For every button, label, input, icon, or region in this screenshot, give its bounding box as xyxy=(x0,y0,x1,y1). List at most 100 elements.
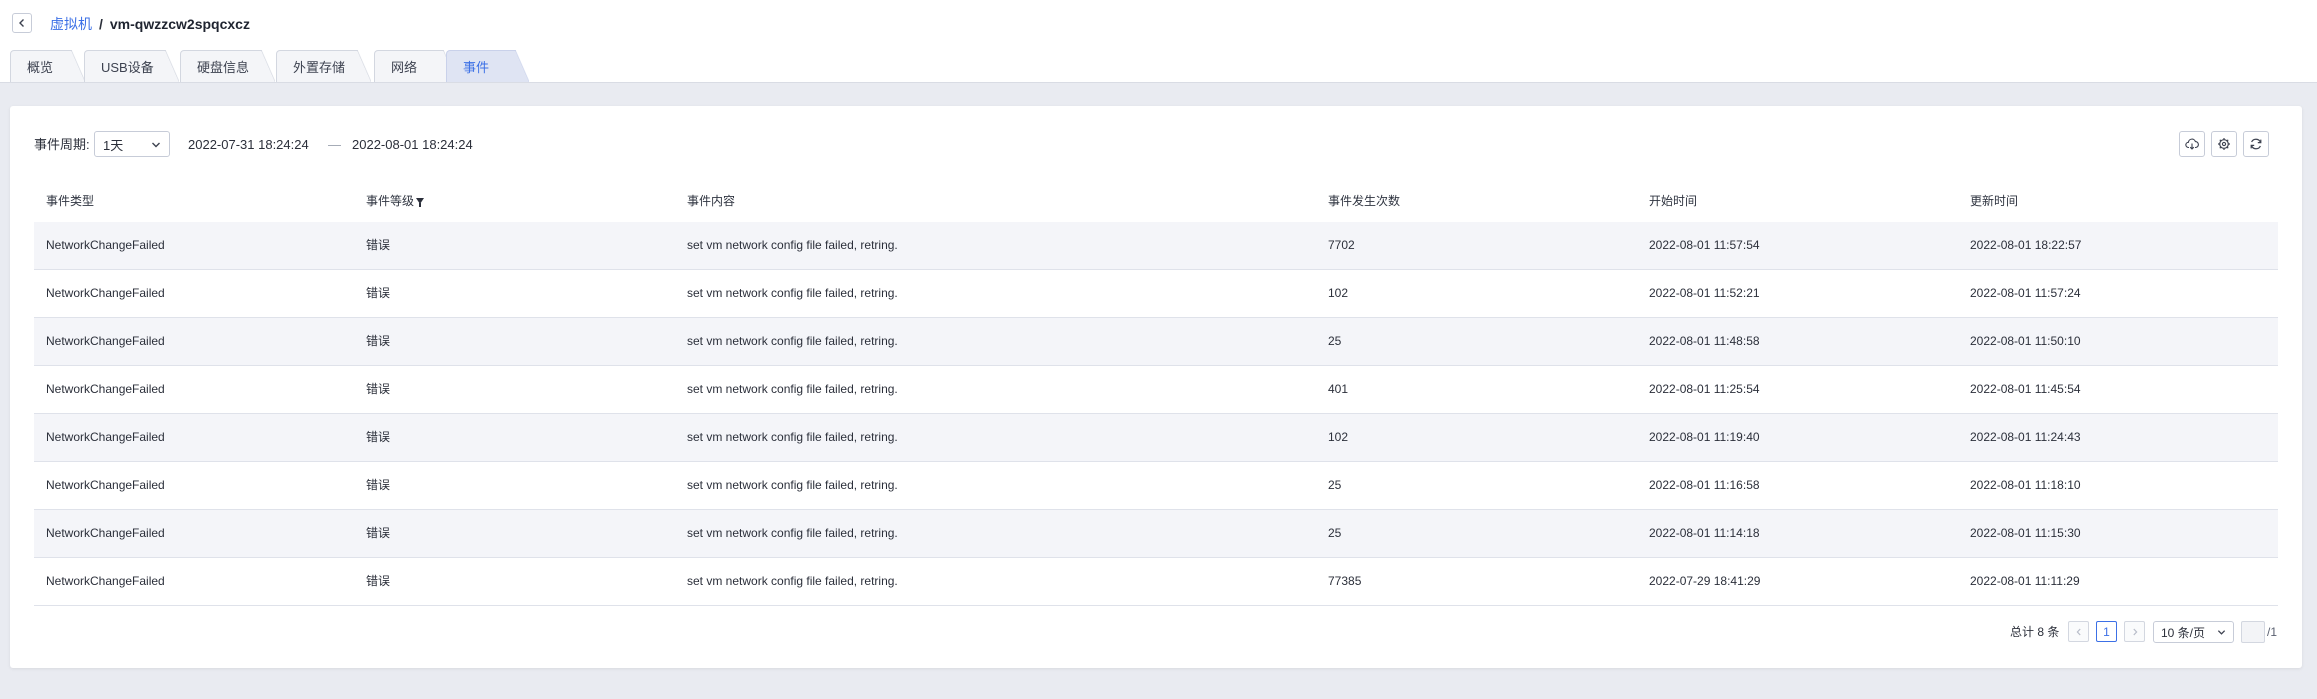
tab-disk-info[interactable]: 硬盘信息 xyxy=(180,50,275,82)
table-row: NetworkChangeFailed 错误 set vm network co… xyxy=(34,222,2278,270)
cell-event-level: 错误 xyxy=(366,334,391,348)
page-jump-input[interactable] xyxy=(2241,621,2265,643)
cell-update-time: 2022-08-01 11:50:10 xyxy=(1970,334,2081,348)
cell-event-type: NetworkChangeFailed xyxy=(46,238,165,252)
tab-network[interactable]: 网络 xyxy=(374,50,457,82)
pagination-total: 总计 8 条 xyxy=(2010,625,2060,639)
cell-event-content: set vm network config file failed, retri… xyxy=(687,526,898,540)
refresh-icon xyxy=(2250,138,2262,150)
cell-update-time: 2022-08-01 18:22:57 xyxy=(1970,238,2082,252)
back-button[interactable] xyxy=(12,13,32,33)
cell-event-count: 7702 xyxy=(1328,238,1355,252)
column-header-event-type: 事件类型 xyxy=(46,194,95,208)
tab-overview[interactable]: 概览 xyxy=(10,50,85,82)
date-range-start[interactable]: 2022-07-31 18:24:24 xyxy=(188,136,309,154)
chevron-right-icon xyxy=(2132,628,2137,635)
column-header-event-content: 事件内容 xyxy=(687,194,736,208)
table-row: NetworkChangeFailed 错误 set vm network co… xyxy=(34,270,2278,318)
cell-start-time: 2022-08-01 11:19:40 xyxy=(1649,430,1760,444)
breadcrumb-current: vm-qwzzcw2spqcxcz xyxy=(109,16,250,32)
table-row: NetworkChangeFailed 错误 set vm network co… xyxy=(34,510,2278,558)
cell-event-content: set vm network config file failed, retri… xyxy=(687,574,898,588)
cell-event-content: set vm network config file failed, retri… xyxy=(687,286,898,300)
download-icon xyxy=(2185,138,2199,150)
cell-event-level: 错误 xyxy=(366,478,391,492)
cell-event-count: 102 xyxy=(1328,430,1349,444)
cell-event-type: NetworkChangeFailed xyxy=(46,478,165,492)
page-size-select[interactable]: 10 条/页 xyxy=(2153,621,2234,643)
refresh-button[interactable] xyxy=(2243,131,2269,157)
tab-external-storage[interactable]: 外置存储 xyxy=(276,50,371,82)
breadcrumb-parent-link[interactable]: 虚拟机 xyxy=(50,16,92,32)
table-row: NetworkChangeFailed 错误 set vm network co… xyxy=(34,558,2278,606)
event-period-select[interactable]: 1天 xyxy=(94,131,170,157)
cell-event-level: 错误 xyxy=(366,286,391,300)
cell-start-time: 2022-08-01 11:57:54 xyxy=(1649,238,1760,252)
cell-event-level: 错误 xyxy=(366,238,391,252)
breadcrumb: 虚拟机 / vm-qwzzcw2spqcxcz xyxy=(50,14,250,34)
cell-event-type: NetworkChangeFailed xyxy=(46,382,165,396)
cell-event-count: 25 xyxy=(1328,334,1342,348)
chevron-down-icon xyxy=(2217,630,2226,635)
filter-icon[interactable] xyxy=(416,198,425,207)
table-row: NetworkChangeFailed 错误 set vm network co… xyxy=(34,366,2278,414)
cell-event-count: 77385 xyxy=(1328,574,1362,588)
cell-event-count: 25 xyxy=(1328,526,1342,540)
cell-event-content: set vm network config file failed, retri… xyxy=(687,334,898,348)
cell-event-type: NetworkChangeFailed xyxy=(46,430,165,444)
cell-update-time: 2022-08-01 11:18:10 xyxy=(1970,478,2081,492)
column-header-event-level-label: 事件等级 xyxy=(366,194,415,208)
date-range-separator: — xyxy=(328,137,341,152)
date-range-end[interactable]: 2022-08-01 18:24:24 xyxy=(352,136,473,154)
column-header-update-time: 更新时间 xyxy=(1970,194,2019,208)
column-header-event-count: 事件发生次数 xyxy=(1328,194,1401,208)
cell-event-type: NetworkChangeFailed xyxy=(46,334,165,348)
cell-event-count: 102 xyxy=(1328,286,1349,300)
download-button[interactable] xyxy=(2179,131,2205,157)
page-total: /1 xyxy=(2267,625,2278,639)
cell-update-time: 2022-08-01 11:15:30 xyxy=(1970,526,2081,540)
cell-update-time: 2022-08-01 11:11:29 xyxy=(1970,574,2080,588)
table-row: NetworkChangeFailed 错误 set vm network co… xyxy=(34,318,2278,366)
page-number-current[interactable]: 1 xyxy=(2096,621,2117,642)
column-header-start-time: 开始时间 xyxy=(1649,194,1698,208)
page-size-value: 10 条/页 xyxy=(2161,625,2206,640)
next-page-button[interactable] xyxy=(2124,621,2145,642)
events-table-header: 事件类型 事件等级 事件内容 事件发生次数 开始时间 更新时间 xyxy=(34,180,2278,224)
chevron-down-icon xyxy=(152,142,160,148)
cell-event-content: set vm network config file failed, retri… xyxy=(687,382,898,396)
cell-update-time: 2022-08-01 11:57:24 xyxy=(1970,286,2081,300)
cell-event-content: set vm network config file failed, retri… xyxy=(687,478,898,492)
cell-start-time: 2022-08-01 11:16:58 xyxy=(1649,478,1760,492)
cell-update-time: 2022-08-01 11:45:54 xyxy=(1970,382,2081,396)
cell-start-time: 2022-08-01 11:25:54 xyxy=(1649,382,1760,396)
tab-usb-devices[interactable]: USB设备 xyxy=(84,50,179,82)
cell-update-time: 2022-08-01 11:24:43 xyxy=(1970,430,2081,444)
tab-events[interactable]: 事件 xyxy=(446,50,529,82)
cell-start-time: 2022-08-01 11:48:58 xyxy=(1649,334,1760,348)
chevron-left-icon xyxy=(19,19,24,27)
cell-event-content: set vm network config file failed, retri… xyxy=(687,238,898,252)
cell-event-level: 错误 xyxy=(366,382,391,396)
breadcrumb-separator: / xyxy=(99,16,103,32)
cell-start-time: 2022-07-29 18:41:29 xyxy=(1649,574,1761,588)
cell-event-level: 错误 xyxy=(366,430,391,444)
column-header-event-level[interactable]: 事件等级 xyxy=(366,192,425,210)
chevron-left-icon xyxy=(2076,628,2081,635)
cell-start-time: 2022-08-01 11:14:18 xyxy=(1649,526,1760,540)
settings-icon xyxy=(2218,138,2230,150)
cell-start-time: 2022-08-01 11:52:21 xyxy=(1649,286,1760,300)
cell-event-content: set vm network config file failed, retri… xyxy=(687,430,898,444)
cell-event-level: 错误 xyxy=(366,526,391,540)
event-period-value: 1天 xyxy=(103,137,124,153)
settings-button[interactable] xyxy=(2211,131,2237,157)
table-row: NetworkChangeFailed 错误 set vm network co… xyxy=(34,462,2278,510)
cell-event-type: NetworkChangeFailed xyxy=(46,286,165,300)
event-period-label: 事件周期: xyxy=(34,137,90,152)
cell-event-count: 25 xyxy=(1328,478,1342,492)
cell-event-count: 401 xyxy=(1328,382,1349,396)
table-row: NetworkChangeFailed 错误 set vm network co… xyxy=(34,414,2278,462)
cell-event-type: NetworkChangeFailed xyxy=(46,574,165,588)
prev-page-button[interactable] xyxy=(2068,621,2089,642)
cell-event-type: NetworkChangeFailed xyxy=(46,526,165,540)
